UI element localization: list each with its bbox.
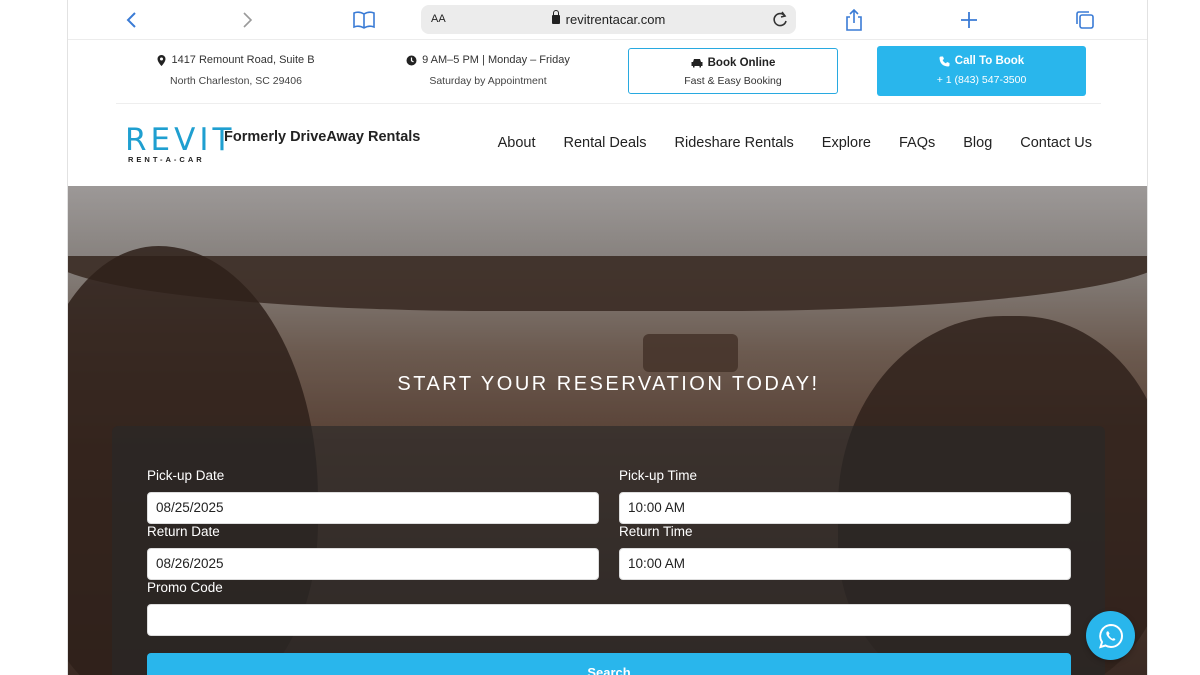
book-online-button[interactable]: Book Online Fast & Easy Booking bbox=[628, 48, 838, 94]
reservation-form: Pick-up Date 08/25/2025 Pick-up Time 10:… bbox=[112, 426, 1105, 675]
back-icon[interactable] bbox=[118, 6, 146, 34]
hours-info: 9 AM–5 PM | Monday – Friday Saturday by … bbox=[388, 54, 588, 87]
hero-title: START YOUR RESERVATION TODAY! bbox=[397, 373, 820, 395]
hero-section: START YOUR RESERVATION TODAY! Pick-up Da… bbox=[68, 186, 1147, 675]
tagline: Formerly DriveAway Rentals bbox=[224, 129, 421, 145]
lock-icon bbox=[551, 10, 560, 24]
page-frame: AA revitrentacar.com 1417 Remount Road, … bbox=[67, 0, 1148, 675]
pickup-date-field[interactable]: 08/25/2025 bbox=[147, 492, 599, 524]
hours-line2: Saturday by Appointment bbox=[429, 75, 547, 87]
logo-word: REVIT bbox=[125, 122, 236, 158]
promo-code-label: Promo Code bbox=[147, 580, 223, 595]
bookmarks-icon[interactable] bbox=[350, 6, 378, 34]
return-time-field[interactable]: 10:00 AM bbox=[619, 548, 1071, 580]
browser-toolbar: AA revitrentacar.com bbox=[68, 0, 1147, 40]
new-tab-icon[interactable] bbox=[955, 6, 983, 34]
address-info: 1417 Remount Road, Suite B North Charles… bbox=[146, 54, 326, 87]
forward-icon[interactable] bbox=[233, 6, 261, 34]
info-bar: 1417 Remount Road, Suite B North Charles… bbox=[116, 40, 1101, 104]
logo[interactable]: REVIT RENT-A-CAR bbox=[125, 122, 236, 165]
call-to-book-phone: + 1 (843) 547-3500 bbox=[936, 74, 1027, 86]
site-header: REVIT RENT-A-CAR Formerly DriveAway Rent… bbox=[68, 105, 1147, 186]
call-to-book-button[interactable]: Call To Book + 1 (843) 547-3500 bbox=[877, 46, 1086, 96]
car-icon bbox=[691, 59, 703, 68]
url-text: revitrentacar.com bbox=[565, 12, 666, 27]
nav-item-rental-deals[interactable]: Rental Deals bbox=[563, 135, 646, 151]
hours-line1: 9 AM–5 PM | Monday – Friday bbox=[422, 54, 570, 66]
book-online-subtitle: Fast & Easy Booking bbox=[684, 75, 782, 87]
book-online-title: Book Online bbox=[707, 57, 776, 69]
pickup-date-label: Pick-up Date bbox=[147, 468, 225, 483]
phone-icon bbox=[939, 56, 950, 66]
nav-item-rideshare-rentals[interactable]: Rideshare Rentals bbox=[675, 135, 794, 151]
whatsapp-icon bbox=[1098, 623, 1123, 648]
main-nav: About Rental Deals Rideshare Rentals Exp… bbox=[498, 135, 1092, 151]
return-time-label: Return Time bbox=[619, 524, 693, 539]
address-line2: North Charleston, SC 29406 bbox=[170, 75, 302, 87]
nav-item-explore[interactable]: Explore bbox=[822, 135, 871, 151]
whatsapp-chat-button[interactable] bbox=[1086, 611, 1135, 660]
pickup-time-label: Pick-up Time bbox=[619, 468, 698, 483]
address-line1: 1417 Remount Road, Suite B bbox=[171, 54, 315, 66]
address-bar[interactable]: AA revitrentacar.com bbox=[421, 5, 796, 34]
return-date-label: Return Date bbox=[147, 524, 220, 539]
pickup-time-field[interactable]: 10:00 AM bbox=[619, 492, 1071, 524]
return-date-field[interactable]: 08/26/2025 bbox=[147, 548, 599, 580]
tabs-icon[interactable] bbox=[1071, 6, 1099, 34]
nav-item-about[interactable]: About bbox=[498, 135, 536, 151]
location-pin-icon bbox=[157, 54, 166, 66]
nav-item-faqs[interactable]: FAQs bbox=[899, 135, 935, 151]
clock-icon bbox=[406, 55, 417, 65]
share-icon[interactable] bbox=[840, 6, 868, 34]
logo-subtitle: RENT-A-CAR bbox=[128, 155, 205, 164]
promo-code-field[interactable] bbox=[147, 604, 1071, 636]
call-to-book-title: Call To Book bbox=[954, 55, 1025, 67]
nav-item-blog[interactable]: Blog bbox=[963, 135, 992, 151]
search-button[interactable]: Search bbox=[147, 653, 1071, 675]
nav-item-contact-us[interactable]: Contact Us bbox=[1020, 135, 1092, 151]
reload-icon[interactable] bbox=[770, 9, 790, 29]
